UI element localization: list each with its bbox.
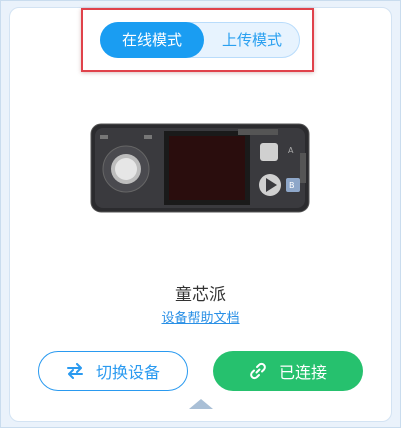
link-icon <box>249 362 267 380</box>
chevron-up-icon[interactable] <box>189 399 213 409</box>
swap-arrows-icon <box>66 363 84 379</box>
button-a <box>260 143 278 161</box>
upload-mode-button[interactable]: 上传模式 <box>204 22 300 58</box>
device-image: A B <box>90 123 310 213</box>
svg-text:B: B <box>289 181 295 190</box>
device-help-link[interactable]: 设备帮助文档 <box>0 307 401 326</box>
connected-button[interactable]: 已连接 <box>213 351 363 391</box>
connected-label: 已连接 <box>278 363 327 382</box>
switch-device-button[interactable]: 切换设备 <box>38 351 188 391</box>
switch-device-label: 切换设备 <box>95 363 160 382</box>
online-mode-button[interactable]: 在线模式 <box>100 22 204 58</box>
mode-switch: 在线模式 上传模式 <box>100 22 300 58</box>
device-name: 童芯派 <box>175 285 226 305</box>
svg-text:A: A <box>288 146 294 155</box>
